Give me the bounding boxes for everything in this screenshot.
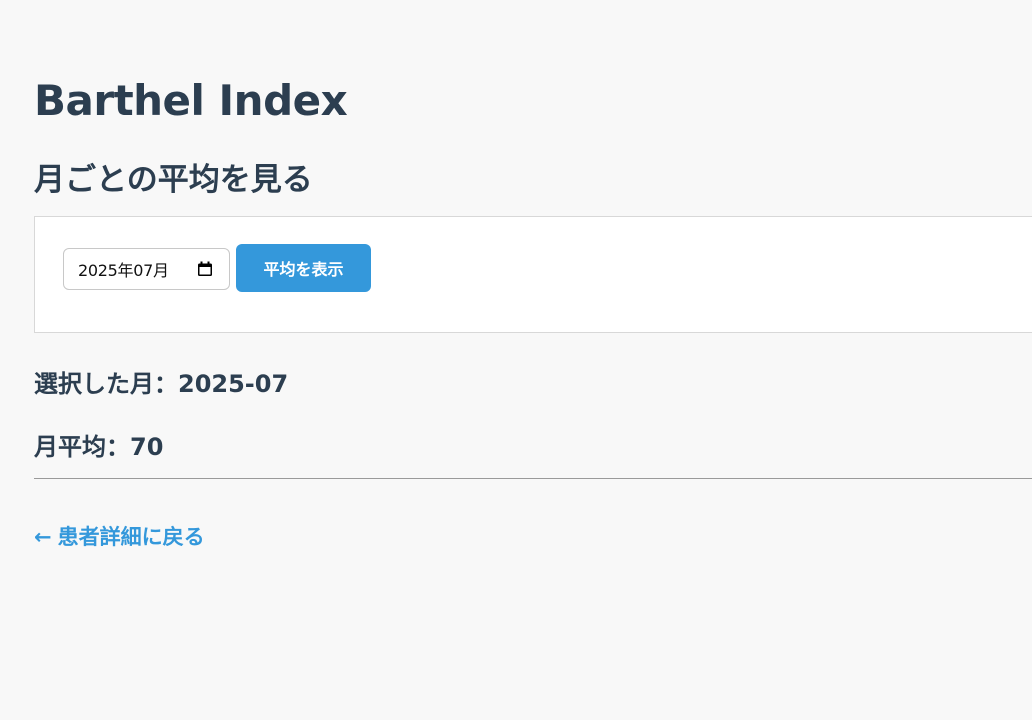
- selected-month-line: 選択した月：2025-07: [34, 369, 288, 399]
- month-input-value: 2025年07月: [78, 261, 169, 280]
- monthly-average-value: 70: [130, 433, 164, 461]
- month-input[interactable]: 2025年07月: [63, 248, 230, 290]
- selected-month-label: 選択した月：: [34, 370, 178, 398]
- show-average-button[interactable]: 平均を表示: [236, 244, 371, 292]
- divider: [34, 478, 1032, 479]
- back-to-patient-link[interactable]: ← 患者詳細に戻る: [34, 523, 205, 551]
- monthly-average-label: 月平均：: [34, 433, 130, 461]
- back-link-label: 患者詳細に戻る: [57, 525, 205, 549]
- month-form-panel: 2025年07月 平均を表示: [34, 216, 1032, 333]
- monthly-average-line: 月平均：70: [34, 432, 163, 462]
- page-title: Barthel Index: [34, 76, 348, 125]
- calendar-icon[interactable]: [197, 261, 213, 277]
- selected-month-value: 2025-07: [178, 370, 289, 398]
- arrow-left-icon: ←: [34, 525, 52, 549]
- section-title: 月ごとの平均を見る: [34, 162, 313, 198]
- page: Barthel Index 月ごとの平均を見る 2025年07月 平均を表示 選…: [0, 0, 1032, 720]
